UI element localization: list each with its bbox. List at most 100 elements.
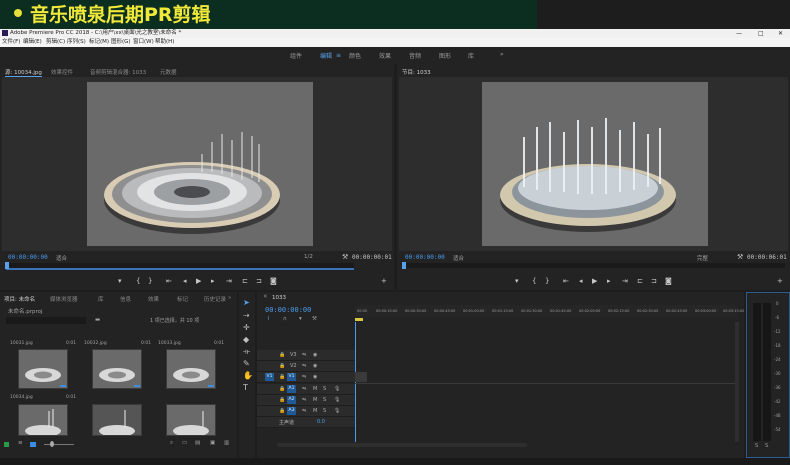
workspace-audio[interactable]: 音频 xyxy=(409,51,421,60)
track-select-tool-icon[interactable]: ⇢ xyxy=(243,311,250,320)
tab-project[interactable]: 项目: 未命名 xyxy=(4,295,35,303)
mute-button[interactable]: M xyxy=(313,397,317,403)
lock-icon[interactable] xyxy=(4,442,9,447)
minimize-button[interactable]: — xyxy=(736,29,742,38)
sync-lock-icon[interactable]: ⇋ xyxy=(302,352,306,358)
clear-button[interactable]: ▣ xyxy=(210,440,215,446)
mark-out-button[interactable]: { xyxy=(136,277,140,285)
tab-media-browser[interactable]: 媒体浏览器 xyxy=(50,295,78,303)
menu-help[interactable]: 帮助(H) xyxy=(155,38,174,47)
wrench-icon[interactable]: ⚒ xyxy=(342,253,348,261)
tab-effect-controls[interactable]: 效果控件 xyxy=(51,68,73,76)
thumbnail-1[interactable] xyxy=(18,349,68,389)
source-patch-v1[interactable]: V1 xyxy=(265,373,274,381)
source-scrubber[interactable] xyxy=(6,263,354,270)
list-view-icon[interactable]: ≡ xyxy=(18,440,23,446)
track-target-v1[interactable]: V1 xyxy=(287,373,296,381)
tab-metadata[interactable]: 元数据 xyxy=(160,68,177,76)
workspace-assembly[interactable]: 组件 xyxy=(290,51,302,60)
workspace-graphics[interactable]: 图形 xyxy=(439,51,451,60)
razor-tool-icon[interactable]: ◆ xyxy=(243,335,249,344)
tab-libraries[interactable]: 库 xyxy=(98,295,104,303)
program-step-forward-button[interactable]: ▸ xyxy=(607,277,611,285)
menu-graphics[interactable]: 图形(G) xyxy=(111,38,131,47)
project-search-input[interactable] xyxy=(6,317,86,324)
add-marker-icon[interactable]: ▾ xyxy=(299,316,302,322)
tab-audio-clip-mixer[interactable]: 音频剪辑混合器: 1033 xyxy=(90,68,146,76)
lift-button[interactable]: ⊏ xyxy=(637,277,643,285)
project-more-button[interactable]: » xyxy=(228,295,231,301)
mic-icon[interactable]: 🎙 xyxy=(334,397,340,403)
tab-sequence[interactable]: 1033 xyxy=(272,295,286,301)
mic-icon[interactable]: 🎙 xyxy=(334,408,340,414)
thumbnail-4[interactable] xyxy=(18,404,68,437)
source-quality-select[interactable]: 1/2 xyxy=(304,254,313,260)
menu-file[interactable]: 文件(F) xyxy=(2,38,20,47)
zoom-slider[interactable] xyxy=(44,444,74,445)
find-icon[interactable]: ⌕ xyxy=(170,440,173,447)
menu-edit[interactable]: 编辑(E) xyxy=(23,38,42,47)
close-button[interactable]: ✕ xyxy=(778,29,783,38)
mute-button[interactable]: M xyxy=(313,408,317,414)
source-playhead[interactable] xyxy=(5,262,9,269)
program-add-button[interactable]: + xyxy=(777,277,783,285)
meter-solo-right[interactable]: S xyxy=(765,443,768,449)
solo-button[interactable]: S xyxy=(323,408,326,414)
eye-icon[interactable]: ◉ xyxy=(313,352,317,358)
eye-icon[interactable]: ◉ xyxy=(313,363,317,369)
go-to-out-button[interactable]: ⇥ xyxy=(226,277,232,285)
delete-icon[interactable]: ▥ xyxy=(224,440,229,446)
program-go-in-button[interactable]: ⇤ xyxy=(563,277,569,285)
hand-tool-icon[interactable]: ✋ xyxy=(243,371,253,380)
track-lock-icon[interactable]: 🔒 xyxy=(279,352,285,358)
v1-clip[interactable] xyxy=(355,372,367,382)
solo-button[interactable]: S xyxy=(323,386,326,392)
menu-marker[interactable]: 标记(M) xyxy=(89,38,109,47)
thumbnail-6[interactable] xyxy=(166,404,216,437)
workspace-editing[interactable]: 编辑 xyxy=(320,51,332,60)
new-bin-button[interactable]: ▭ xyxy=(182,440,187,446)
overwrite-button[interactable]: ⊐ xyxy=(256,277,262,285)
new-bin-icon[interactable]: ▬ xyxy=(95,317,100,323)
type-tool-icon[interactable]: T xyxy=(243,383,248,392)
workspace-more-button[interactable]: » xyxy=(500,51,504,58)
timeline-playhead[interactable] xyxy=(355,322,356,442)
thumbnail-5[interactable] xyxy=(92,404,142,437)
track-lock-icon[interactable]: 🔒 xyxy=(279,408,285,414)
source-viewer[interactable] xyxy=(2,77,392,251)
timeline-timecode[interactable]: 00:00:00:00 xyxy=(265,306,311,314)
mark-in-button[interactable]: ▾ xyxy=(118,277,122,285)
timeline-vertical-scrollbar[interactable] xyxy=(735,322,739,442)
tab-info[interactable]: 信息 xyxy=(120,295,131,303)
sync-lock-icon[interactable]: ⇋ xyxy=(302,374,306,380)
sync-lock-icon[interactable]: ⇋ xyxy=(302,408,306,414)
program-go-out-button[interactable]: ⇥ xyxy=(622,277,628,285)
timeline-wrench-icon[interactable]: ⚒ xyxy=(312,316,317,322)
master-volume[interactable]: 0.0 xyxy=(317,419,325,425)
step-back-frame-button[interactable]: ◂ xyxy=(183,277,187,285)
program-scrubber[interactable] xyxy=(403,263,785,268)
slip-tool-icon[interactable]: ⟛ xyxy=(243,347,250,357)
track-target-a3[interactable]: A3 xyxy=(287,407,296,415)
eye-icon[interactable]: ◉ xyxy=(313,374,317,380)
step-back-button[interactable]: ⇤ xyxy=(166,277,172,285)
go-to-in-button[interactable]: } xyxy=(148,277,152,285)
workspace-menu-icon[interactable]: ≡ xyxy=(336,52,341,59)
program-timecode-in[interactable]: 00:00:00:00 xyxy=(405,254,445,261)
thumbnail-3[interactable] xyxy=(166,349,216,389)
workspace-color[interactable]: 颜色 xyxy=(349,51,361,60)
tab-history[interactable]: 历史记录 xyxy=(204,295,226,303)
workspace-effects[interactable]: 效果 xyxy=(379,51,391,60)
sync-lock-icon[interactable]: ⇋ xyxy=(302,386,306,392)
zoom-slider-thumb[interactable] xyxy=(50,441,54,447)
tab-source[interactable]: 源: 10034.jpg xyxy=(5,68,42,77)
track-lock-icon[interactable]: 🔒 xyxy=(279,386,285,392)
step-forward-frame-button[interactable]: ▸ xyxy=(211,277,215,285)
time-ruler[interactable]: 00:00 00:00:15:00 00:00:30:00 00:00:45:0… xyxy=(355,305,744,317)
program-fit-select[interactable]: 适合 xyxy=(453,254,464,262)
mic-icon[interactable]: 🎙 xyxy=(334,386,340,392)
track-target-a2[interactable]: A2 xyxy=(287,396,296,404)
sync-lock-icon[interactable]: ⇋ xyxy=(302,363,306,369)
selection-tool-icon[interactable]: ➤ xyxy=(243,298,250,307)
camera-icon[interactable]: ◙ xyxy=(270,277,277,285)
